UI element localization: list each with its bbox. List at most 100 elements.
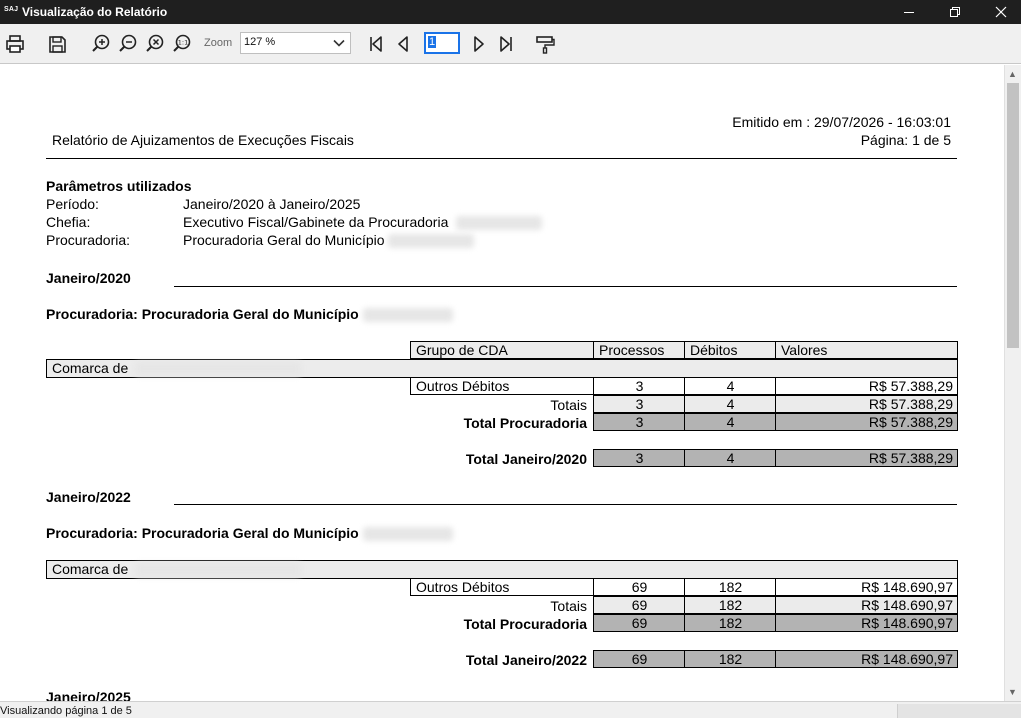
scroll-down-icon[interactable]: ▼ [1008, 687, 1017, 697]
cell-valores: R$ 57.388,29 [775, 377, 958, 395]
totais-valores: R$ 57.388,29 [775, 395, 958, 413]
period-divider [174, 286, 957, 287]
save-button[interactable] [44, 31, 70, 57]
report-viewport[interactable]: Emitido em : 29/07/2026 - 16:03:01 Relat… [0, 65, 1004, 701]
comarca-row: Comarca de [46, 560, 958, 579]
scrollbar-thumb[interactable] [1007, 83, 1019, 348]
page-number-input[interactable]: 1 [424, 32, 460, 54]
zoom-select[interactable]: 127 % [240, 32, 351, 54]
redacted-text [135, 362, 302, 377]
minimize-icon [904, 12, 914, 13]
header-divider [46, 158, 957, 159]
next-page-icon [474, 36, 484, 52]
total-period-valores: R$ 57.388,29 [775, 449, 958, 467]
total-procuradoria-processos: 69 [593, 614, 686, 632]
comarca-row: Comarca de [46, 359, 958, 378]
total-procuradoria-debitos: 4 [684, 413, 777, 431]
title-bar: SAJ Visualização do Relatório [0, 0, 1021, 24]
cell-grupo: Outros Débitos [410, 578, 595, 596]
first-page-button[interactable] [363, 31, 389, 57]
status-panel [897, 704, 1021, 718]
report-page-indicator: Página: 1 de 5 [860, 132, 951, 148]
zoom-out-button[interactable] [115, 31, 141, 57]
total-procuradoria-label: Total Procuradoria [463, 415, 587, 431]
first-page-icon [370, 36, 382, 52]
scroll-up-icon[interactable]: ▲ [1008, 69, 1017, 79]
param-label: Procuradoria: [46, 232, 131, 248]
previous-page-button[interactable] [390, 31, 416, 57]
param-value: Executivo Fiscal/Gabinete da Procuradori… [183, 214, 449, 230]
totais-debitos: 182 [684, 596, 777, 614]
print-button[interactable] [2, 31, 28, 57]
total-procuradoria-debitos: 182 [684, 614, 777, 632]
totais-debitos: 4 [684, 395, 777, 413]
cell-processos: 69 [593, 578, 686, 596]
period-heading: Janeiro/2022 [46, 489, 131, 505]
total-period-valores: R$ 148.690,97 [775, 650, 958, 668]
column-header: Processos [593, 341, 686, 359]
toolbar: 1:1 Zoom 127 % 1 [0, 24, 1021, 64]
close-button[interactable] [978, 0, 1021, 24]
redacted-text [388, 234, 475, 249]
param-value: Procuradoria Geral do Município [183, 232, 385, 248]
previous-page-icon [398, 36, 408, 52]
printer-icon [6, 35, 24, 53]
column-header: Grupo de CDA [410, 341, 595, 359]
redacted-text [135, 563, 302, 578]
zoom-fit-icon [146, 34, 164, 52]
total-procuradoria-valores: R$ 148.690,97 [775, 614, 958, 632]
param-label: Período: [46, 196, 99, 212]
redacted-text [456, 216, 543, 231]
cell-processos: 3 [593, 377, 686, 395]
total-period-label: Total Janeiro/2020 [465, 451, 587, 467]
zoom-out-icon [119, 34, 137, 52]
totais-processos: 69 [593, 596, 686, 614]
cell-debitos: 182 [684, 578, 777, 596]
total-procuradoria-label: Total Procuradoria [463, 616, 587, 632]
redacted-text [362, 308, 453, 323]
total-period-processos: 69 [593, 650, 686, 668]
last-page-button[interactable] [493, 31, 519, 57]
cell-debitos: 4 [684, 377, 777, 395]
comarca-label: Comarca de [52, 360, 129, 376]
total-period-debitos: 182 [684, 650, 777, 668]
param-label: Chefia: [46, 214, 91, 230]
svg-text:1:1: 1:1 [178, 39, 188, 47]
status-message: Visualizando página 1 de 5 [0, 705, 132, 717]
period-heading: Janeiro/2020 [46, 270, 131, 286]
zoom-in-button[interactable] [88, 31, 114, 57]
format-painter-button[interactable] [532, 31, 558, 57]
totais-label: Totais [550, 397, 587, 413]
param-value: Janeiro/2020 à Janeiro/2025 [183, 196, 361, 212]
total-period-processos: 3 [593, 449, 686, 467]
restore-icon [950, 7, 960, 17]
zoom-in-icon [92, 34, 110, 52]
procuradoria-heading: Procuradoria: Procuradoria Geral do Muni… [46, 306, 359, 322]
params-heading: Parâmetros utilizados [46, 178, 192, 194]
cell-grupo: Outros Débitos [410, 377, 595, 395]
comarca-label: Comarca de [52, 561, 129, 577]
app-logo: SAJ [4, 6, 19, 13]
total-period-label: Total Janeiro/2022 [465, 652, 587, 668]
period-heading: Janeiro/2025 [46, 689, 131, 701]
chevron-down-icon [333, 39, 345, 47]
zoom-value: 127 % [244, 36, 276, 48]
restore-button[interactable] [932, 0, 978, 24]
report-title: Relatório de Ajuizamentos de Execuções F… [52, 132, 354, 148]
period-divider [174, 504, 957, 505]
minimize-button[interactable] [886, 0, 932, 24]
close-icon [995, 6, 1007, 18]
next-page-button[interactable] [466, 31, 492, 57]
totais-processos: 3 [593, 395, 686, 413]
vertical-scrollbar[interactable]: ▲ ▼ [1004, 65, 1021, 701]
total-period-debitos: 4 [684, 449, 777, 467]
paint-roller-icon [536, 36, 555, 54]
column-header: Valores [775, 341, 958, 359]
totais-valores: R$ 148.690,97 [775, 596, 958, 614]
zoom-actual-size-button[interactable]: 1:1 [169, 31, 195, 57]
floppy-disk-icon [49, 36, 66, 53]
zoom-fit-button[interactable] [142, 31, 168, 57]
redacted-text [362, 527, 453, 542]
column-header: Débitos [684, 341, 777, 359]
page-number-value: 1 [428, 36, 437, 48]
